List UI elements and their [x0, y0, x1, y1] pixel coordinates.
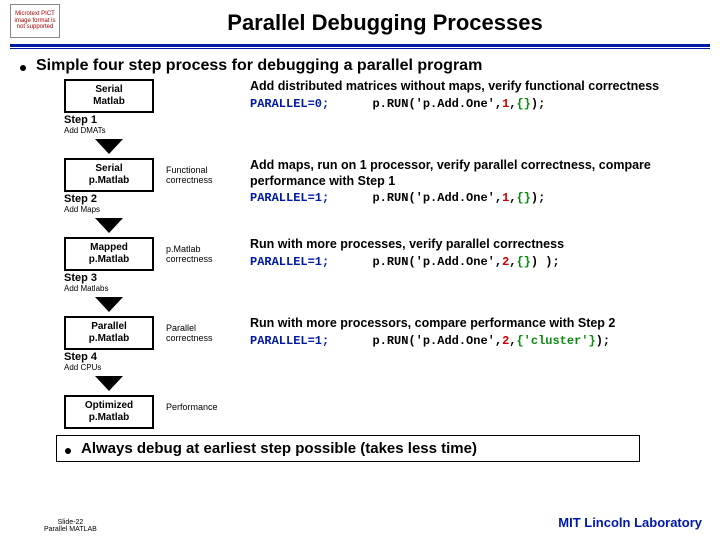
step-code: PARALLEL=0; p.RUN('p.Add.One',1,{});: [250, 97, 700, 111]
footer-right: MIT Lincoln Laboratory: [558, 515, 702, 530]
step-desc: Run with more processors, compare perfor…: [250, 316, 700, 332]
footer-left: Slide-22 Parallel MATLAB: [44, 519, 97, 534]
slide-title: Parallel Debugging Processes: [60, 4, 710, 36]
step-row: Serial Matlab Step 1 Add DMATs Add distr…: [64, 79, 700, 154]
step-desc: Add maps, run on 1 processor, verify par…: [250, 158, 700, 189]
bullet-main: Simple four step process for debugging a…: [20, 57, 700, 75]
bullet-icon: [65, 448, 71, 454]
step-sublabel: Add CPUs: [64, 363, 154, 372]
step-label: Step 3: [64, 272, 154, 284]
step-sublabel: Add Matlabs: [64, 284, 154, 293]
step-annotation: [166, 79, 238, 87]
step-annotation: Parallel correctness: [166, 316, 238, 344]
bullet-icon: [20, 65, 26, 71]
step-box: Serial p.Matlab: [64, 158, 154, 192]
closing-box: Always debug at earliest step possible (…: [56, 435, 640, 462]
pict-placeholder: Microtext PICT image format is not suppo…: [10, 4, 60, 38]
step-annotation: p.Matlab correctness: [166, 237, 238, 265]
step-box: Serial Matlab: [64, 79, 154, 113]
step-code: PARALLEL=1; p.RUN('p.Add.One',2,{}) );: [250, 255, 700, 269]
step-annotation: Performance: [166, 395, 238, 413]
step-row: Mapped p.Matlab Step 3 Add Matlabs p.Mat…: [64, 237, 700, 312]
arrow-down-icon: [95, 218, 123, 233]
slide-header: Microtext PICT image format is not suppo…: [0, 0, 720, 38]
bullet-text: Simple four step process for debugging a…: [36, 57, 482, 75]
step-annotation: Functional correctness: [166, 158, 238, 186]
step-sublabel: Add DMATs: [64, 126, 154, 135]
step-label: Step 1: [64, 114, 154, 126]
steps-area: Serial Matlab Step 1 Add DMATs Add distr…: [64, 79, 700, 429]
step-box: Parallel p.Matlab: [64, 316, 154, 350]
closing-text: Always debug at earliest step possible (…: [81, 440, 477, 457]
step-code: PARALLEL=1; p.RUN('p.Add.One',1,{});: [250, 191, 700, 205]
step-box: Optimized p.Matlab: [64, 395, 154, 429]
arrow-down-icon: [95, 139, 123, 154]
arrow-down-icon: [95, 297, 123, 312]
step-desc: Run with more processes, verify parallel…: [250, 237, 700, 253]
step-row: Serial p.Matlab Step 2 Add Maps Function…: [64, 158, 700, 233]
step-row: Parallel p.Matlab Step 4 Add CPUs Parall…: [64, 316, 700, 391]
arrow-down-icon: [95, 376, 123, 391]
step-label: Step 4: [64, 351, 154, 363]
step-box: Mapped p.Matlab: [64, 237, 154, 271]
divider: [10, 44, 710, 49]
step-label: Step 2: [64, 193, 154, 205]
slide-content: Simple four step process for debugging a…: [0, 53, 720, 462]
step-desc: Add distributed matrices without maps, v…: [250, 79, 700, 95]
step-code: PARALLEL=1; p.RUN('p.Add.One',2,{'cluste…: [250, 334, 700, 348]
step-row: Optimized p.Matlab Performance: [64, 395, 700, 429]
step-sublabel: Add Maps: [64, 205, 154, 214]
